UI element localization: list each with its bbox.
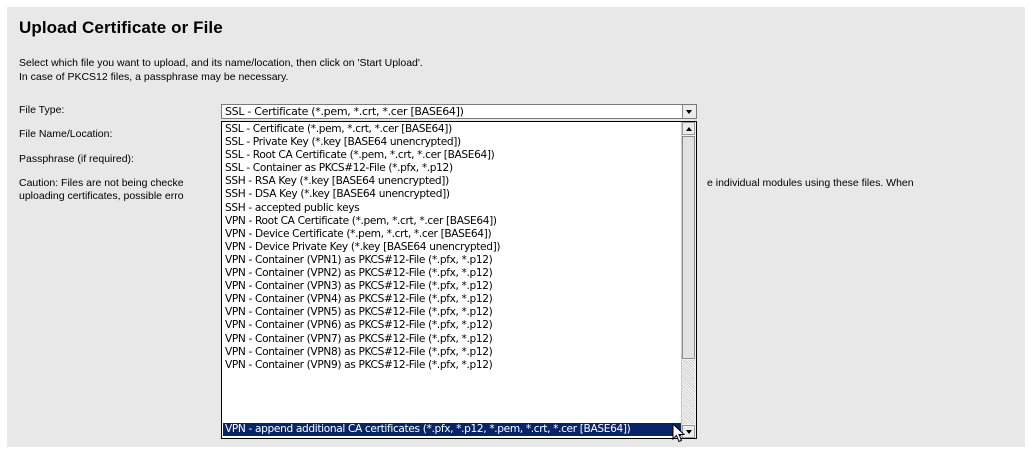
scroll-up-arrow-icon	[686, 127, 692, 131]
caution-text-right: e individual modules using these files. …	[707, 177, 914, 189]
file-type-option[interactable]: VPN - Container (VPN5) as PKCS#12-File (…	[223, 306, 685, 319]
page-title: Upload Certificate or File	[19, 18, 223, 37]
dropdown-button[interactable]	[682, 105, 696, 118]
file-type-option[interactable]: SSL - Private Key (*.key [BASE64 unencry…	[223, 136, 685, 149]
file-type-option[interactable]: SSH - accepted public keys	[223, 202, 685, 215]
file-type-selected-value: SSL - Certificate (*.pem, *.crt, *.cer […	[225, 105, 464, 118]
file-type-option[interactable]: VPN - Container (VPN4) as PKCS#12-File (…	[223, 293, 685, 306]
chevron-down-icon	[686, 110, 692, 114]
file-type-option[interactable]: SSL - Root CA Certificate (*.pem, *.crt,…	[223, 149, 685, 162]
scrollbar-thumb[interactable]	[682, 136, 695, 359]
scroll-up-button[interactable]	[682, 122, 695, 135]
scrollbar-track[interactable]	[682, 360, 695, 424]
file-type-option[interactable]: VPN - Container (VPN1) as PKCS#12-File (…	[223, 254, 685, 267]
scrollbar[interactable]	[681, 122, 696, 438]
file-type-option[interactable]: VPN - Container (VPN6) as PKCS#12-File (…	[223, 319, 685, 332]
file-type-option[interactable]: SSH - DSA Key (*.key [BASE64 unencrypted…	[223, 188, 685, 201]
file-type-option[interactable]: SSH - RSA Key (*.key [BASE64 unencrypted…	[223, 175, 685, 188]
file-type-option[interactable]: SSL - Certificate (*.pem, *.crt, *.cer […	[223, 123, 685, 136]
file-name-label: File Name/Location:	[19, 128, 113, 140]
intro-text-line2: In case of PKCS12 files, a passphrase ma…	[19, 71, 289, 83]
file-type-option[interactable]: VPN - Container (VPN7) as PKCS#12-File (…	[223, 333, 685, 346]
file-type-option[interactable]: VPN - Device Certificate (*.pem, *.crt, …	[223, 228, 685, 241]
upload-panel: Upload Certificate or File Select which …	[7, 7, 1025, 447]
scroll-down-arrow-icon	[686, 430, 692, 434]
file-type-option[interactable]: VPN - Device Private Key (*.key [BASE64 …	[223, 241, 685, 254]
file-type-option[interactable]: VPN - Container (VPN9) as PKCS#12-File (…	[223, 359, 685, 372]
intro-text-line1: Select which file you want to upload, an…	[19, 57, 423, 69]
mouse-pointer-icon	[672, 423, 686, 443]
file-type-option[interactable]: VPN - Container (VPN2) as PKCS#12-File (…	[223, 267, 685, 280]
file-type-option[interactable]: VPN - Root CA Certificate (*.pem, *.crt,…	[223, 215, 685, 228]
file-type-option[interactable]: VPN - Container (VPN3) as PKCS#12-File (…	[223, 280, 685, 293]
passphrase-label: Passphrase (if required):	[19, 153, 134, 165]
file-type-option[interactable]: VPN - append additional CA certificates …	[223, 423, 685, 436]
file-type-options-list[interactable]: VPN - append additional CA certificates …	[221, 121, 697, 439]
file-type-option[interactable]: VPN - Container (VPN8) as PKCS#12-File (…	[223, 346, 685, 359]
file-type-label: File Type:	[19, 104, 65, 116]
file-type-option[interactable]: SSL - Container as PKCS#12-File (*.pfx, …	[223, 162, 685, 175]
file-type-select[interactable]: SSL - Certificate (*.pem, *.crt, *.cer […	[221, 104, 697, 119]
caution-text-left: Caution: Files are not being checke	[19, 177, 184, 189]
caution-text-left-line2: uploading certificates, possible erro	[19, 190, 184, 202]
